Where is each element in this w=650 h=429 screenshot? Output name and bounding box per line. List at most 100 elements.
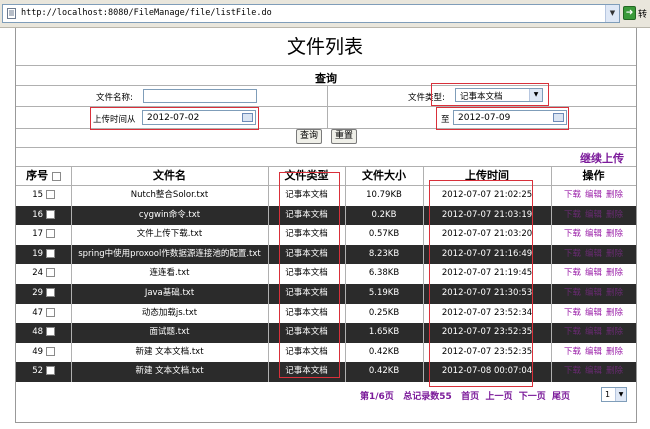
delete-link[interactable]: 删除: [606, 229, 623, 239]
page-select[interactable]: 1 ▼: [601, 387, 627, 402]
row-filename: spring中使用proxool作数据源连接池的配置.txt: [78, 248, 261, 259]
row-checkbox[interactable]: [45, 288, 55, 297]
row-actions: 下载 编辑 删除: [551, 304, 636, 324]
row-index: 17: [16, 225, 71, 245]
address-bar: http://localhost:8080/FileManage/file/li…: [0, 0, 650, 28]
continue-upload-link[interactable]: 继续上传: [580, 150, 624, 166]
header-name: 文件名: [153, 169, 186, 182]
last-page-link[interactable]: 尾页: [552, 392, 570, 402]
divider: [551, 167, 552, 382]
divider: [268, 167, 269, 382]
row-filename: 文件上传下载.txt: [136, 229, 203, 240]
page-info: 第1/6页: [360, 392, 394, 402]
go-arrow-icon[interactable]: ➜: [623, 6, 636, 20]
row-checkbox[interactable]: [45, 307, 55, 317]
download-link[interactable]: 下载: [564, 190, 581, 200]
row-number: 47: [32, 307, 44, 318]
row-filesize: 10.79KB: [366, 190, 402, 200]
download-link[interactable]: 下载: [564, 347, 581, 357]
row-checkbox[interactable]: [45, 248, 55, 258]
row-filesize: 6.38KB: [368, 268, 400, 279]
delete-link[interactable]: 删除: [606, 288, 623, 298]
edit-link[interactable]: 编辑: [585, 288, 602, 298]
row-actions: 下载 编辑 删除: [551, 362, 636, 382]
row-number: 24: [32, 268, 44, 279]
row-number: 19: [32, 248, 44, 259]
delete-link[interactable]: 删除: [606, 308, 623, 318]
row-actions: 下载 编辑 删除: [551, 225, 636, 245]
row-index: 24: [16, 264, 71, 284]
row-actions: 下载 编辑 删除: [551, 343, 636, 363]
divider: [345, 167, 346, 382]
edit-link[interactable]: 编辑: [585, 327, 602, 337]
row-checkbox[interactable]: [45, 268, 55, 278]
delete-link[interactable]: 删除: [606, 366, 623, 376]
row-actions: 下载 编辑 删除: [551, 206, 636, 226]
url-field[interactable]: http://localhost:8080/FileManage/file/li…: [2, 4, 620, 23]
row-index: 48: [16, 323, 71, 343]
highlight-box: [90, 107, 259, 130]
filename-input[interactable]: [143, 89, 257, 103]
first-page-link[interactable]: 首页: [461, 392, 479, 402]
go-label[interactable]: 转: [638, 7, 647, 20]
row-filesize: 0.2KB: [371, 209, 397, 220]
url-text: http://localhost:8080/FileManage/file/li…: [21, 8, 272, 18]
row-number: 15: [32, 190, 44, 200]
row-index: 49: [16, 343, 71, 363]
row-filename: 面试题.txt: [149, 327, 190, 338]
delete-link[interactable]: 删除: [606, 190, 623, 200]
edit-link[interactable]: 编辑: [585, 249, 602, 259]
download-link[interactable]: 下载: [564, 249, 581, 259]
row-filesize: 0.42KB: [368, 366, 400, 377]
download-link[interactable]: 下载: [564, 229, 581, 239]
row-filename: 连连看.txt: [149, 268, 190, 279]
prev-page-link[interactable]: 上一页: [485, 392, 512, 402]
download-link[interactable]: 下载: [564, 288, 581, 298]
pager: 第1/6页 总记录数55 首页 上一页 下一页 尾页: [360, 389, 570, 402]
edit-link[interactable]: 编辑: [585, 210, 602, 220]
reset-button[interactable]: 重置: [331, 129, 357, 144]
edit-link[interactable]: 编辑: [585, 268, 602, 278]
delete-link[interactable]: 删除: [606, 347, 623, 357]
row-checkbox[interactable]: [45, 209, 55, 219]
delete-link[interactable]: 删除: [606, 210, 623, 220]
row-actions: 下载 编辑 删除: [551, 323, 636, 343]
highlight-box: [279, 172, 340, 378]
row-number: 17: [32, 229, 44, 240]
row-filesize: 1.65KB: [368, 327, 400, 338]
delete-link[interactable]: 删除: [606, 327, 623, 337]
edit-link[interactable]: 编辑: [585, 229, 602, 239]
row-checkbox[interactable]: [45, 190, 55, 199]
download-link[interactable]: 下载: [564, 366, 581, 376]
delete-link[interactable]: 删除: [606, 249, 623, 259]
row-filesize: 0.57KB: [368, 229, 400, 240]
query-button[interactable]: 查询: [296, 129, 322, 144]
select-all-checkbox[interactable]: [51, 171, 61, 181]
next-page-link[interactable]: 下一页: [519, 392, 546, 402]
edit-link[interactable]: 编辑: [585, 308, 602, 318]
download-link[interactable]: 下载: [564, 327, 581, 337]
edit-link[interactable]: 编辑: [585, 366, 602, 376]
page-select-value: 1: [605, 390, 611, 399]
page-icon: [7, 8, 16, 19]
url-dropdown-icon[interactable]: ▼: [605, 5, 619, 22]
page-title: 文件列表: [286, 36, 363, 58]
row-checkbox[interactable]: [45, 366, 55, 376]
download-link[interactable]: 下载: [564, 210, 581, 220]
row-checkbox[interactable]: [45, 229, 55, 239]
header-index: 序号: [16, 167, 71, 185]
highlight-box: [436, 107, 569, 130]
row-checkbox[interactable]: [45, 327, 55, 337]
row-checkbox[interactable]: [45, 346, 55, 356]
header-size: 文件大小: [362, 169, 406, 182]
edit-link[interactable]: 编辑: [585, 190, 602, 200]
download-link[interactable]: 下载: [564, 268, 581, 278]
delete-link[interactable]: 删除: [606, 268, 623, 278]
row-number: 29: [32, 288, 44, 298]
chevron-down-icon[interactable]: ▼: [615, 388, 626, 401]
download-link[interactable]: 下载: [564, 308, 581, 318]
edit-link[interactable]: 编辑: [585, 347, 602, 357]
row-index: 16: [16, 206, 71, 226]
row-filename: 新建 文本文档.txt: [135, 346, 204, 357]
row-index: 29: [16, 284, 71, 304]
